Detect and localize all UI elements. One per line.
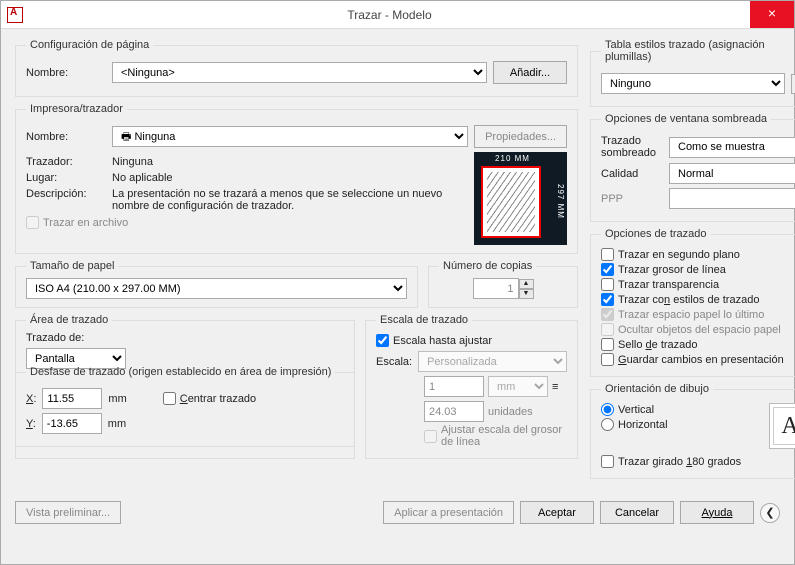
copies-up[interactable]: ▲ bbox=[519, 279, 534, 289]
quality-label: Calidad bbox=[601, 168, 663, 180]
shade-label: Trazado sombreado bbox=[601, 135, 663, 159]
scale-num-input bbox=[424, 376, 484, 397]
orientation-portrait[interactable]: Vertical bbox=[601, 403, 769, 416]
styletable-group: Tabla estilos trazado (asignación plumil… bbox=[590, 39, 795, 107]
page-config-name-label: Nombre: bbox=[26, 67, 106, 79]
copies-legend: Número de copias bbox=[439, 260, 536, 272]
plot-options-group: Opciones de trazado Trazar en segundo pl… bbox=[590, 228, 795, 377]
preview-height-label: 297 MM bbox=[555, 164, 565, 239]
copies-group: Número de copias ▲▼ bbox=[428, 260, 578, 308]
preview-paper-icon bbox=[481, 166, 541, 238]
opt-hide-paperspace: Ocultar objetos del espacio papel bbox=[601, 323, 795, 336]
scale-group: Escala de trazado Escala hasta ajustar E… bbox=[365, 314, 578, 459]
styletable-select[interactable]: Ninguno bbox=[601, 73, 785, 94]
opt-lineweight[interactable]: Trazar grosor de línea bbox=[601, 263, 795, 276]
plotarea-label: Trazado de: bbox=[26, 332, 344, 344]
scale-lw-check: Ajustar escala del grosor de línea bbox=[424, 424, 567, 448]
opt-save-changes[interactable]: Guardar cambios en presentación bbox=[601, 353, 795, 366]
ok-button[interactable]: Aceptar bbox=[520, 501, 594, 524]
dpi-label: PPP bbox=[601, 193, 663, 205]
window-title: Trazar - Modelo bbox=[29, 8, 750, 22]
plot-dialog: Trazar - Modelo × Configuración de págin… bbox=[0, 0, 795, 565]
offset-y-unit: mm bbox=[108, 418, 126, 430]
location-value: No aplicable bbox=[112, 172, 173, 184]
papersize-legend: Tamaño de papel bbox=[26, 260, 118, 272]
opt-stamp[interactable]: Sello de trazado bbox=[601, 338, 795, 351]
printer-legend: Impresora/trazador bbox=[26, 103, 127, 115]
scale-den-input bbox=[424, 401, 484, 422]
offset-y-label: Y: bbox=[26, 418, 36, 430]
paper-preview: 210 MM 297 MM bbox=[474, 152, 567, 245]
shaded-legend: Opciones de ventana sombreada bbox=[601, 113, 771, 125]
page-config-add-button[interactable]: Añadir... bbox=[493, 61, 567, 84]
center-plot-check[interactable]: Centrar trazado bbox=[163, 392, 256, 405]
scale-scale-label: Escala: bbox=[376, 356, 412, 368]
offset-legend: Desfase de trazado (origen establecido e… bbox=[26, 366, 335, 378]
orientation-upside[interactable]: Trazar girado 180 grados bbox=[601, 455, 795, 468]
footer: Vista preliminar... Aplicar a presentaci… bbox=[1, 495, 794, 534]
shade-select[interactable]: Como se muestra bbox=[669, 137, 795, 158]
expand-button[interactable]: ❮ bbox=[760, 503, 780, 523]
apply-layout-button: Aplicar a presentación bbox=[383, 501, 514, 524]
offset-y-input[interactable] bbox=[42, 413, 102, 434]
desc-value: La presentación no se trazará a menos qu… bbox=[112, 188, 458, 212]
orientation-landscape[interactable]: Horizontal bbox=[601, 418, 769, 431]
offset-group: Desfase de trazado (origen establecido e… bbox=[15, 366, 355, 447]
quality-select[interactable]: Normal bbox=[669, 163, 795, 184]
dpi-input bbox=[669, 188, 795, 209]
plotter-label: Trazador: bbox=[26, 156, 106, 168]
app-icon bbox=[7, 7, 23, 23]
page-config-name-select[interactable]: <Ninguna> bbox=[112, 62, 487, 83]
copies-down[interactable]: ▼ bbox=[519, 289, 534, 299]
orientation-group: Orientación de dibujo A Vertical Horizon… bbox=[590, 383, 795, 479]
styletable-legend: Tabla estilos trazado (asignación plumil… bbox=[601, 39, 795, 63]
scale-equals: ≡ bbox=[552, 381, 567, 393]
opt-background[interactable]: Trazar en segundo plano bbox=[601, 248, 795, 261]
shaded-group: Opciones de ventana sombreada Trazado so… bbox=[590, 113, 795, 222]
scale-den-unit: unidades bbox=[488, 406, 548, 418]
page-config-legend: Configuración de página bbox=[26, 39, 153, 51]
plot-to-file-check: Trazar en archivo bbox=[26, 216, 458, 229]
plotter-value: Ninguna bbox=[112, 156, 153, 168]
opt-transparency[interactable]: Trazar transparencia bbox=[601, 278, 795, 291]
orientation-legend: Orientación de dibujo bbox=[601, 383, 713, 395]
printer-name-label: Nombre: bbox=[26, 131, 106, 143]
location-label: Lugar: bbox=[26, 172, 106, 184]
orientation-icon: A bbox=[769, 403, 795, 449]
help-button[interactable]: Ayuda bbox=[680, 501, 754, 524]
printer-props-button: Propiedades... bbox=[474, 125, 567, 148]
titlebar: Trazar - Modelo × bbox=[1, 1, 794, 29]
scale-legend: Escala de trazado bbox=[376, 314, 472, 326]
plot-options-legend: Opciones de trazado bbox=[601, 228, 711, 240]
styletable-edit-button[interactable]: ☰ bbox=[791, 74, 795, 94]
plotarea-legend: Área de trazado bbox=[26, 314, 112, 326]
preview-width-label: 210 MM bbox=[474, 154, 551, 163]
scale-unit-select: mm bbox=[488, 376, 548, 397]
preview-button: Vista preliminar... bbox=[15, 501, 121, 524]
printer-group: Impresora/trazador Nombre: 🖶 Ninguna Pro… bbox=[15, 103, 578, 254]
papersize-select[interactable]: ISO A4 (210.00 x 297.00 MM) bbox=[26, 278, 407, 299]
copies-input bbox=[473, 278, 519, 299]
offset-x-label: X: bbox=[26, 393, 36, 405]
close-button[interactable]: × bbox=[750, 1, 794, 28]
opt-plotstyles[interactable]: Trazar con estilos de trazado bbox=[601, 293, 795, 306]
cancel-button[interactable]: Cancelar bbox=[600, 501, 674, 524]
printer-name-select[interactable]: 🖶 Ninguna bbox=[112, 126, 468, 147]
papersize-group: Tamaño de papel ISO A4 (210.00 x 297.00 … bbox=[15, 260, 418, 308]
offset-x-unit: mm bbox=[108, 393, 126, 405]
scale-fit-check[interactable]: Escala hasta ajustar bbox=[376, 334, 567, 347]
scale-select: Personalizada bbox=[418, 351, 567, 372]
desc-label: Descripción: bbox=[26, 188, 106, 200]
opt-paperspace-last: Trazar espacio papel lo último bbox=[601, 308, 795, 321]
offset-x-input[interactable] bbox=[42, 388, 102, 409]
page-config-group: Configuración de página Nombre: <Ninguna… bbox=[15, 39, 578, 97]
